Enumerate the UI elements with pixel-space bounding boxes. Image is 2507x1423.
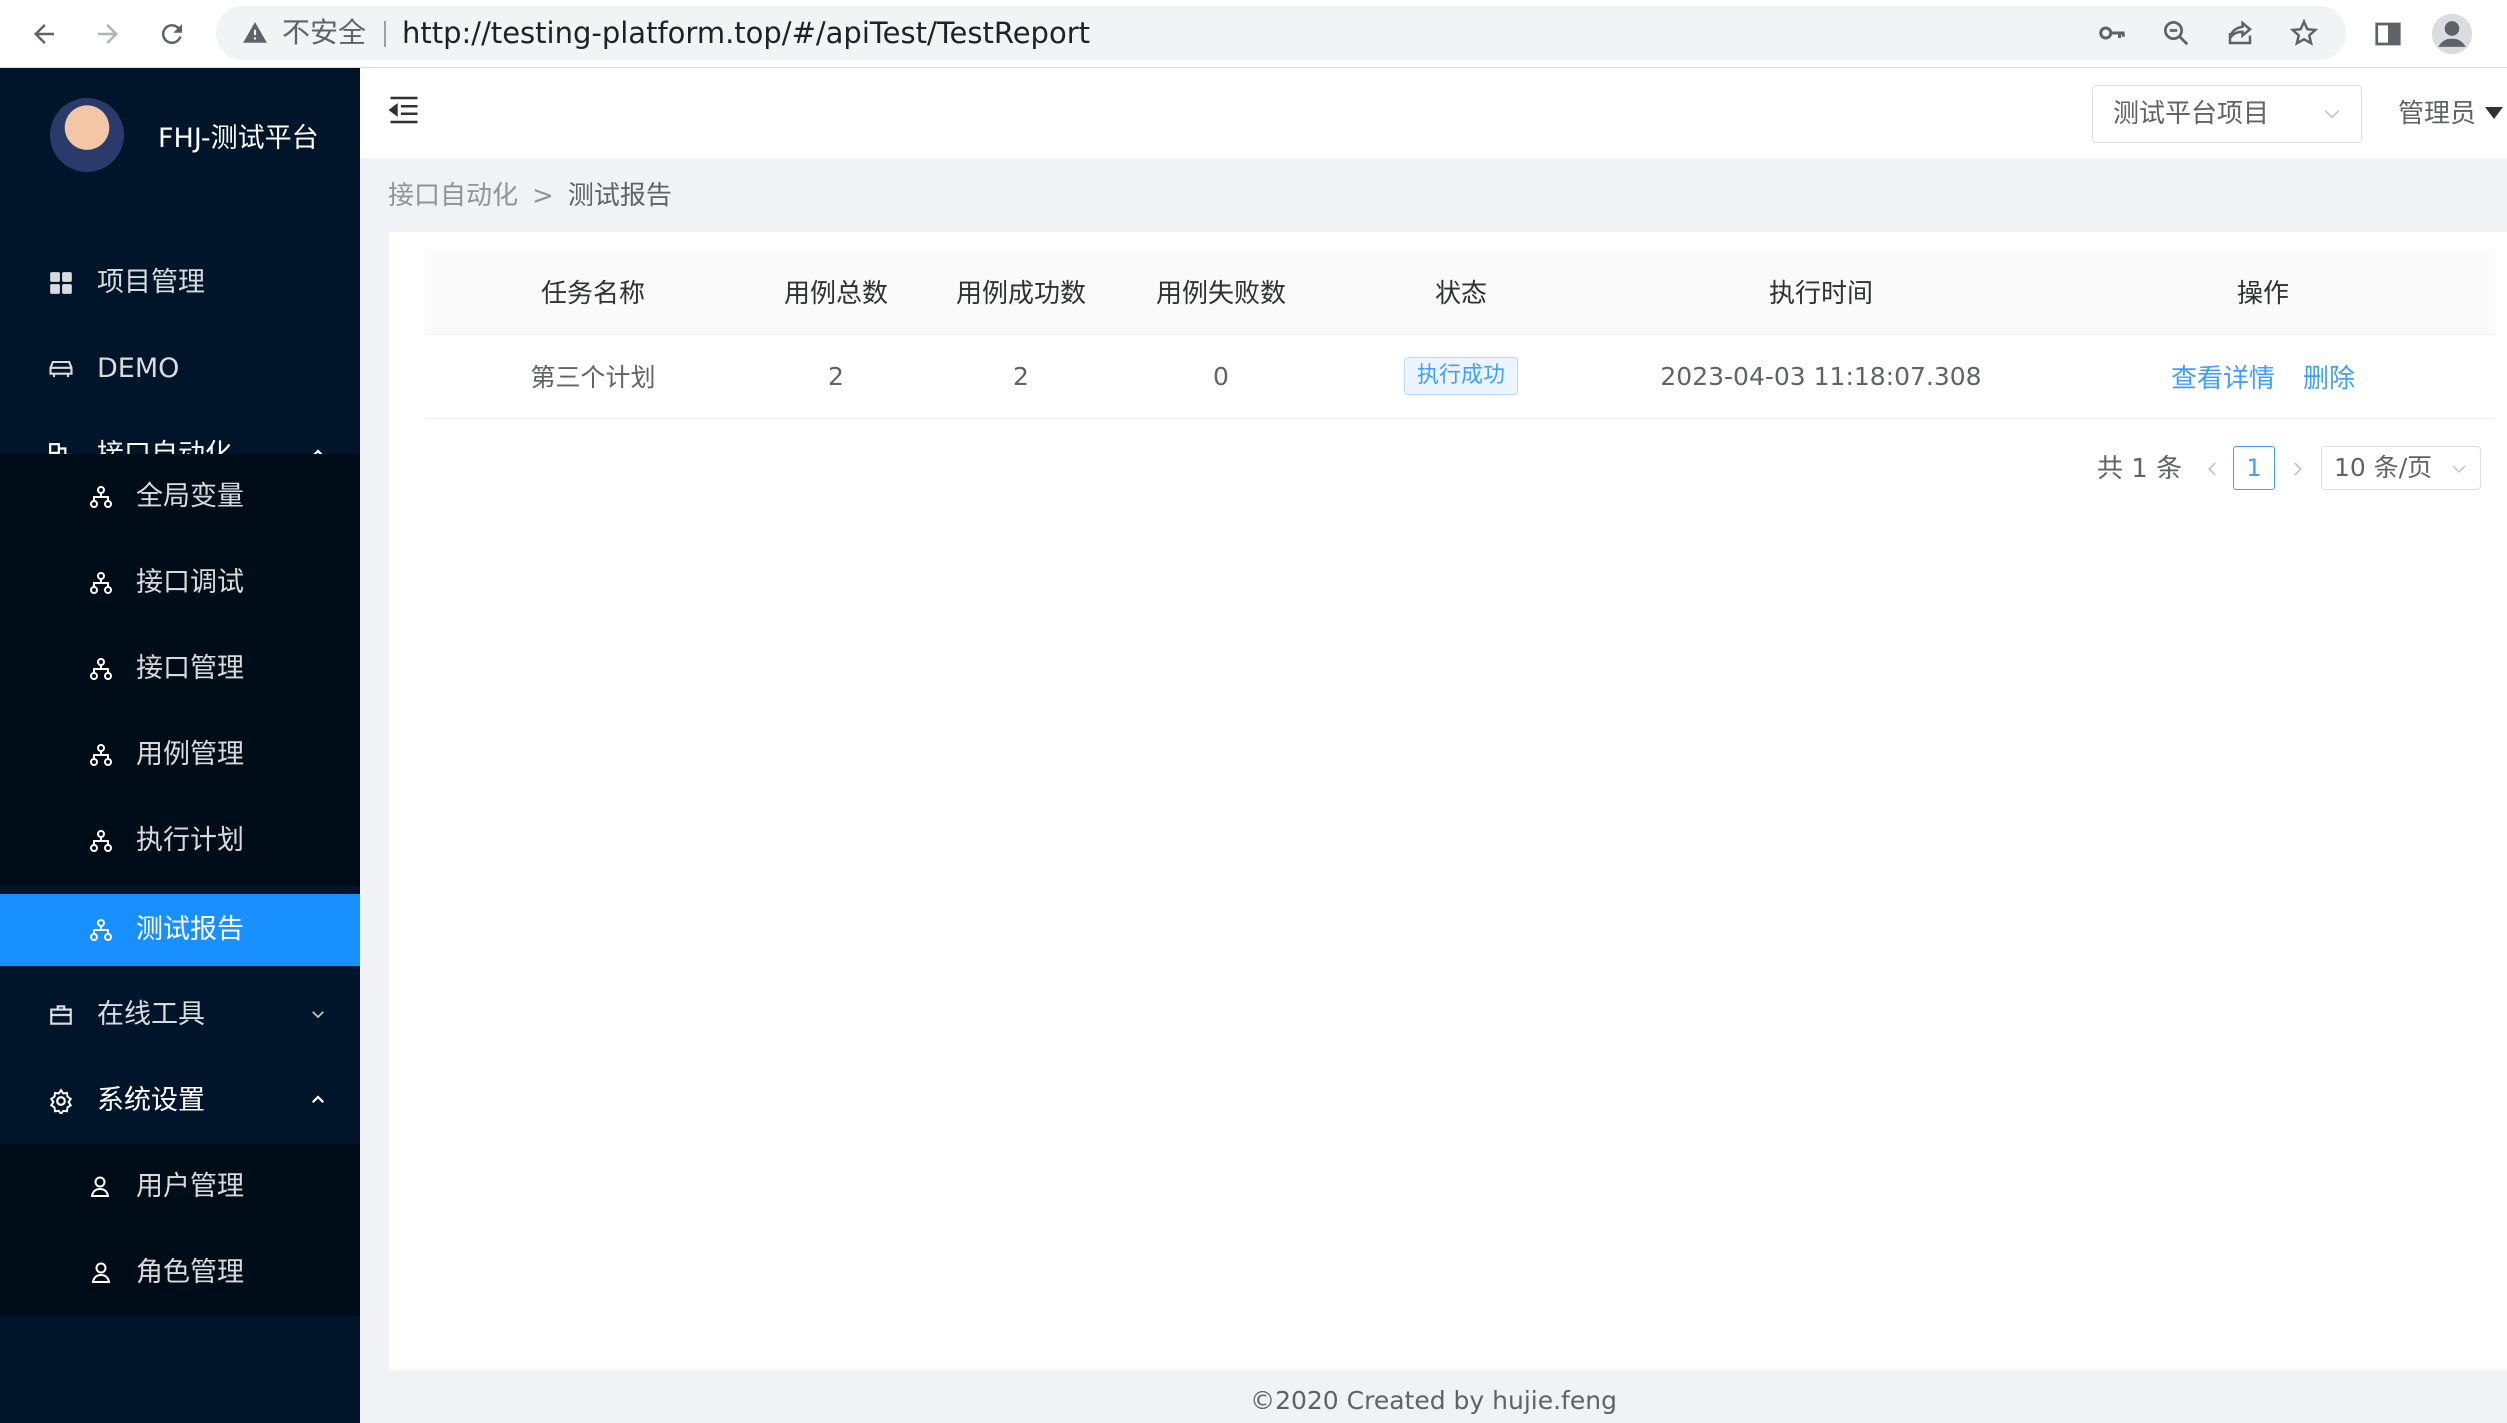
main-content: 任务名称 用例总数 用例成功数 用例失败数 状态 执行时间 操作 第三个计划 2… [389, 232, 2507, 1370]
column-header: 用例成功数 [911, 250, 1131, 335]
network-icon [86, 740, 116, 770]
reload-icon[interactable] [148, 10, 196, 58]
toolbox-icon [46, 1000, 76, 1030]
network-icon [86, 915, 116, 945]
submenu-item-case-manage[interactable]: 用例管理 [0, 712, 360, 798]
chevron-up-icon [306, 1088, 330, 1112]
avatar [50, 98, 124, 172]
column-header: 用例总数 [761, 250, 911, 335]
menu-item-system-settings[interactable]: 系统设置 [0, 1058, 360, 1144]
key-icon[interactable] [2094, 6, 2130, 60]
user-icon [86, 1172, 116, 1202]
menu-label: DEMO [97, 353, 180, 384]
chevron-right-icon[interactable] [2286, 458, 2308, 480]
submenu-label: 全局变量 [136, 481, 244, 512]
top-header: 测试平台项目 管理员 [360, 68, 2507, 158]
network-icon [86, 654, 116, 684]
user-icon [86, 1258, 116, 1288]
column-header: 状态 [1311, 250, 1611, 335]
menu-item-demo[interactable]: DEMO [0, 326, 360, 412]
report-table: 任务名称 用例总数 用例成功数 用例失败数 状态 执行时间 操作 第三个计划 2… [425, 250, 2495, 419]
back-icon[interactable] [20, 10, 68, 58]
submenu-label: 接口调试 [136, 567, 244, 598]
breadcrumb-current: 测试报告 [567, 181, 672, 211]
grid-icon [46, 268, 76, 298]
gear-icon [46, 1086, 76, 1116]
delete-button[interactable]: 删除 [2303, 364, 2355, 394]
column-header: 任务名称 [425, 250, 761, 335]
star-icon[interactable] [2286, 6, 2322, 60]
sidebar: FHJ-测试平台 项目管理 DEMO 接口自动化 全局变量 [0, 68, 360, 1423]
chevron-down-icon [306, 1002, 330, 1026]
forward-icon[interactable] [84, 10, 132, 58]
task-name-cell: 第三个计划 [425, 334, 761, 419]
menu-item-online-tools[interactable]: 在线工具 [0, 972, 360, 1058]
pagination: 共 1 条 1 10 条/页 [389, 446, 2507, 492]
api-submenu: 全局变量 接口调试 接口管理 用例管理 执行计划 [0, 454, 360, 886]
network-icon [86, 568, 116, 598]
user-menu[interactable]: 管理员 [2398, 68, 2476, 158]
submenu-item-role-manage[interactable]: 角色管理 [0, 1230, 360, 1316]
footer-copyright: ©2020 Created by hujie.feng [1250, 1386, 1617, 1415]
submenu-item-api-manage[interactable]: 接口管理 [0, 626, 360, 712]
network-icon [86, 482, 116, 512]
status-cell: 执行成功 [1311, 334, 1611, 419]
total-cell: 2 [761, 334, 911, 419]
menu-label: 项目管理 [97, 267, 205, 298]
column-header: 执行时间 [1611, 250, 2031, 335]
project-select-value: 测试平台项目 [2113, 99, 2270, 129]
actions-cell: 查看详情 删除 [2031, 334, 2495, 419]
page-number-button[interactable]: 1 [2233, 446, 2275, 490]
breadcrumb-item[interactable]: 接口自动化 [388, 181, 518, 211]
submenu-item-global-vars[interactable]: 全局变量 [0, 454, 360, 540]
security-label[interactable]: 不安全 [282, 6, 366, 60]
submenu-label: 用例管理 [136, 739, 244, 770]
submenu-label: 执行计划 [136, 825, 244, 856]
view-details-button[interactable]: 查看详情 [2171, 364, 2275, 394]
time-cell: 2023-04-03 11:18:07.308 [1611, 334, 2031, 419]
breadcrumb: 接口自动化 > 测试报告 [388, 178, 672, 214]
menu-fold-icon[interactable] [384, 90, 424, 130]
profile-icon[interactable] [2428, 10, 2476, 58]
share-icon[interactable] [2222, 6, 2258, 60]
submenu-item-exec-plan[interactable]: 执行计划 [0, 798, 360, 884]
app-title: FHJ-测试平台 [158, 123, 319, 154]
breadcrumb-separator: > [532, 181, 554, 211]
car-icon [46, 354, 76, 384]
settings-submenu: 用户管理 角色管理 [0, 1144, 360, 1316]
menu-label: 在线工具 [97, 999, 205, 1030]
page-size-value: 10 条/页 [2334, 453, 2433, 482]
pagination-total: 共 1 条 [2097, 454, 2183, 484]
project-select[interactable]: 测试平台项目 [2092, 85, 2362, 143]
browser-toolbar: 不安全 http://testing-platform.top/#/apiTes… [0, 0, 2507, 68]
table-row: 第三个计划 2 2 0 执行成功 2023-04-03 11:18:07.308… [425, 334, 2495, 419]
column-header: 用例失败数 [1131, 250, 1311, 335]
caret-down-icon[interactable] [2484, 106, 2504, 120]
status-badge: 执行成功 [1403, 357, 1518, 395]
column-header: 操作 [2031, 250, 2495, 335]
submenu-item-test-report[interactable]: 测试报告 [0, 894, 360, 966]
warning-icon [240, 6, 270, 60]
chevron-down-icon [2448, 458, 2470, 480]
submenu-item-api-debug[interactable]: 接口调试 [0, 540, 360, 626]
fail-cell: 0 [1131, 334, 1311, 419]
address-bar[interactable]: 不安全 http://testing-platform.top/#/apiTes… [216, 6, 2346, 60]
chevron-down-icon [2321, 103, 2343, 125]
page-size-select[interactable]: 10 条/页 [2321, 446, 2481, 490]
table-header-row: 任务名称 用例总数 用例成功数 用例失败数 状态 执行时间 操作 [425, 250, 2495, 335]
submenu-label: 测试报告 [136, 914, 244, 945]
url-separator [384, 21, 386, 47]
submenu-item-user-manage[interactable]: 用户管理 [0, 1144, 360, 1230]
network-icon [86, 826, 116, 856]
menu-item-project[interactable]: 项目管理 [0, 240, 360, 326]
url-text[interactable]: http://testing-platform.top/#/apiTest/Te… [402, 6, 1090, 60]
side-panel-icon[interactable] [2364, 10, 2412, 58]
chevron-left-icon[interactable] [2202, 458, 2224, 480]
success-cell: 2 [911, 334, 1131, 419]
submenu-label: 角色管理 [136, 1257, 244, 1288]
submenu-label: 接口管理 [136, 653, 244, 684]
zoom-icon[interactable] [2158, 6, 2194, 60]
menu-label: 系统设置 [97, 1085, 205, 1116]
submenu-label: 用户管理 [136, 1171, 244, 1202]
